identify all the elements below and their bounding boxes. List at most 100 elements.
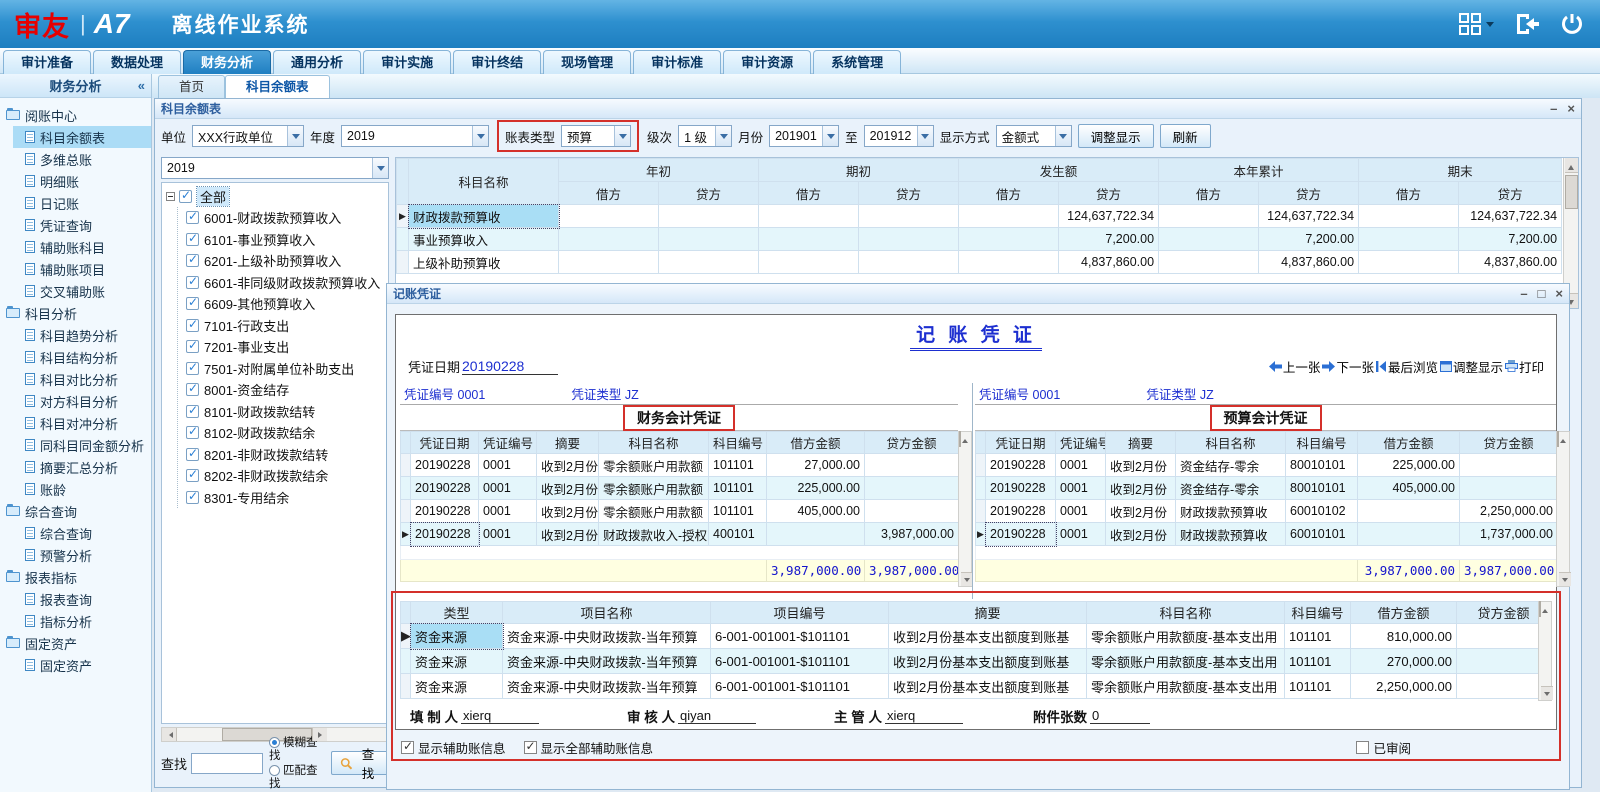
table-cell[interactable] bbox=[859, 228, 959, 251]
month-to-select[interactable]: 201912 bbox=[864, 125, 934, 147]
report-type-select[interactable]: 预算 bbox=[561, 125, 631, 147]
table-cell[interactable] bbox=[959, 205, 1059, 228]
option-checkbox-显示辅助账信息[interactable]: 显示辅助账信息 bbox=[401, 738, 506, 757]
voucher-nav-上一张[interactable]: 上一张 bbox=[1269, 357, 1321, 376]
account-tree-item[interactable]: 8202-非财政拨款结余 bbox=[178, 465, 386, 487]
table-cell[interactable] bbox=[559, 251, 659, 274]
table-cell[interactable]: 405,000.00 bbox=[767, 500, 865, 523]
main-tab[interactable]: 现场管理 bbox=[543, 50, 631, 74]
account-tree-item[interactable]: 8301-专用结余 bbox=[178, 487, 386, 509]
table-cell[interactable]: 7,200.00 bbox=[1259, 228, 1359, 251]
table-cell[interactable]: 101101 bbox=[1285, 674, 1351, 699]
table-cell[interactable]: 收到2月份 bbox=[1106, 523, 1176, 546]
table-row[interactable]: ▶财政拨款预算收124,637,722.34124,637,722.34124,… bbox=[397, 205, 1562, 228]
scrollbar-thumb[interactable] bbox=[1539, 601, 1541, 617]
table-cell[interactable]: 1,737,000.00 bbox=[1460, 523, 1558, 546]
checkbox-icon[interactable] bbox=[524, 741, 537, 754]
table-cell[interactable]: 财政拨款预算收 bbox=[1176, 523, 1286, 546]
sidebar-item[interactable]: 账龄 bbox=[13, 478, 151, 500]
table-row[interactable]: 201902280001收到2月份资金结存-零余80010101405,000.… bbox=[976, 477, 1558, 500]
table-cell[interactable]: 20190228 bbox=[411, 454, 479, 477]
account-tree-item[interactable]: 6609-其他预算收入 bbox=[178, 293, 386, 315]
table-cell[interactable]: 零余额账户用款额 bbox=[599, 500, 709, 523]
account-tree-item[interactable]: 6601-非同级财政拨款预算收入 bbox=[178, 272, 386, 294]
table-cell[interactable]: 101101 bbox=[709, 500, 767, 523]
table-row[interactable]: 201902280001收到2月份零余额账户用款额101101405,000.0… bbox=[401, 500, 959, 523]
scroll-down-icon[interactable] bbox=[1559, 572, 1571, 586]
table-cell[interactable]: 收到2月份基本支出额度到账基 bbox=[889, 674, 1087, 699]
table-cell[interactable] bbox=[1359, 251, 1459, 274]
scrollbar-thumb[interactable] bbox=[1565, 175, 1578, 209]
account-tree-item[interactable]: 6201-上级补助预算收入 bbox=[178, 250, 386, 272]
table-cell[interactable]: 上级补助预算收 bbox=[409, 251, 559, 274]
sidebar-item[interactable]: 科目对冲分析 bbox=[13, 412, 151, 434]
checkbox-icon[interactable] bbox=[186, 319, 199, 332]
table-cell[interactable]: 资金来源-中央财政拨款-当年预算 bbox=[503, 624, 711, 649]
table-cell[interactable]: 405,000.00 bbox=[1358, 477, 1460, 500]
vertical-scrollbar[interactable] bbox=[958, 431, 972, 587]
checkbox-icon[interactable] bbox=[186, 405, 199, 418]
table-cell[interactable] bbox=[859, 251, 959, 274]
checkbox-icon[interactable] bbox=[401, 741, 414, 754]
table-cell[interactable]: 收到2月份基本支出额度到账基 bbox=[889, 624, 1087, 649]
year-select[interactable]: 2019 bbox=[341, 125, 489, 147]
table-cell[interactable] bbox=[959, 251, 1059, 274]
account-tree-item[interactable]: 6001-财政拨款预算收入 bbox=[178, 207, 386, 229]
sidebar-item[interactable]: 多维总账 bbox=[13, 148, 151, 170]
table-cell[interactable] bbox=[759, 205, 859, 228]
table-cell[interactable] bbox=[1460, 477, 1558, 500]
checkbox-icon[interactable] bbox=[186, 362, 199, 375]
table-row[interactable]: 201902280001收到2月份零余额账户用款额101101225,000.0… bbox=[401, 477, 959, 500]
table-cell[interactable]: 2,250,000.00 bbox=[1460, 500, 1558, 523]
table-cell[interactable] bbox=[865, 500, 959, 523]
sidebar-item[interactable]: 摘要汇总分析 bbox=[13, 456, 151, 478]
table-cell[interactable]: 零余额账户用款额度-基本支出用 bbox=[1087, 624, 1285, 649]
table-row[interactable]: 201902280001收到2月份资金结存-零余80010101225,000.… bbox=[976, 454, 1558, 477]
table-cell[interactable]: 财政拨款预算收 bbox=[1176, 500, 1286, 523]
sidebar-item[interactable]: 预警分析 bbox=[13, 544, 151, 566]
table-cell[interactable]: 收到2月份 bbox=[1106, 477, 1176, 500]
table-row[interactable]: ▶201902280001收到2月份财政拨款收入-授权4001013,987,0… bbox=[401, 523, 959, 546]
sidebar-item[interactable]: 辅助账项目 bbox=[13, 258, 151, 280]
sidebar-item[interactable]: 同科目同金额分析 bbox=[13, 434, 151, 456]
table-cell[interactable]: 资金结存-零余 bbox=[1176, 477, 1286, 500]
table-cell[interactable] bbox=[759, 251, 859, 274]
table-row[interactable]: 上级补助预算收4,837,860.004,837,860.004,837,860… bbox=[397, 251, 1562, 274]
table-cell[interactable] bbox=[859, 205, 959, 228]
collapse-sidebar-icon[interactable]: « bbox=[138, 78, 145, 93]
sidebar-group[interactable]: 综合查询 bbox=[6, 500, 151, 522]
table-cell[interactable]: 收到2月份 bbox=[537, 477, 599, 500]
table-cell[interactable] bbox=[1457, 649, 1551, 674]
account-tree-item[interactable]: 7101-行政支出 bbox=[178, 315, 386, 337]
table-cell[interactable]: 20190228 bbox=[986, 477, 1056, 500]
table-row[interactable]: 资金来源资金来源-中央财政拨款-当年预算6-001-001001-$101101… bbox=[401, 649, 1551, 674]
refresh-button[interactable]: 刷新 bbox=[1160, 124, 1211, 148]
table-cell[interactable]: 收到2月份 bbox=[537, 523, 599, 546]
table-cell[interactable]: 零余额账户用款额度-基本支出用 bbox=[1087, 649, 1285, 674]
logout-icon[interactable] bbox=[1514, 12, 1540, 36]
main-tab[interactable]: 审计实施 bbox=[363, 50, 451, 74]
table-cell[interactable]: 27,000.00 bbox=[767, 454, 865, 477]
table-cell[interactable]: 资金来源-中央财政拨款-当年预算 bbox=[503, 674, 711, 699]
table-cell[interactable]: 20190228 bbox=[986, 454, 1056, 477]
table-cell[interactable]: 资金来源 bbox=[411, 624, 503, 649]
table-cell[interactable]: 60010102 bbox=[1286, 500, 1358, 523]
checkbox-icon[interactable] bbox=[186, 426, 199, 439]
table-cell[interactable]: 资金来源-中央财政拨款-当年预算 bbox=[503, 649, 711, 674]
main-tab[interactable]: 审计终结 bbox=[453, 50, 541, 74]
table-cell[interactable]: 0001 bbox=[479, 523, 537, 546]
table-cell[interactable]: 事业预算收入 bbox=[409, 228, 559, 251]
sidebar-group[interactable]: 报表指标 bbox=[6, 566, 151, 588]
voucher-nav-最后浏览[interactable]: 最后浏览 bbox=[1376, 357, 1438, 376]
option-checkbox-显示全部辅助账信息[interactable]: 显示全部辅助账信息 bbox=[524, 738, 654, 757]
table-cell[interactable] bbox=[1358, 500, 1460, 523]
table-cell[interactable] bbox=[659, 228, 759, 251]
table-cell[interactable]: 收到2月份 bbox=[537, 454, 599, 477]
document-tab[interactable]: 首页 bbox=[158, 75, 225, 98]
sidebar-item[interactable]: 综合查询 bbox=[13, 522, 151, 544]
table-cell[interactable] bbox=[1159, 205, 1259, 228]
table-cell[interactable] bbox=[1159, 228, 1259, 251]
table-cell[interactable] bbox=[1359, 205, 1459, 228]
table-cell[interactable] bbox=[559, 228, 659, 251]
scroll-down-icon[interactable] bbox=[1541, 686, 1553, 700]
